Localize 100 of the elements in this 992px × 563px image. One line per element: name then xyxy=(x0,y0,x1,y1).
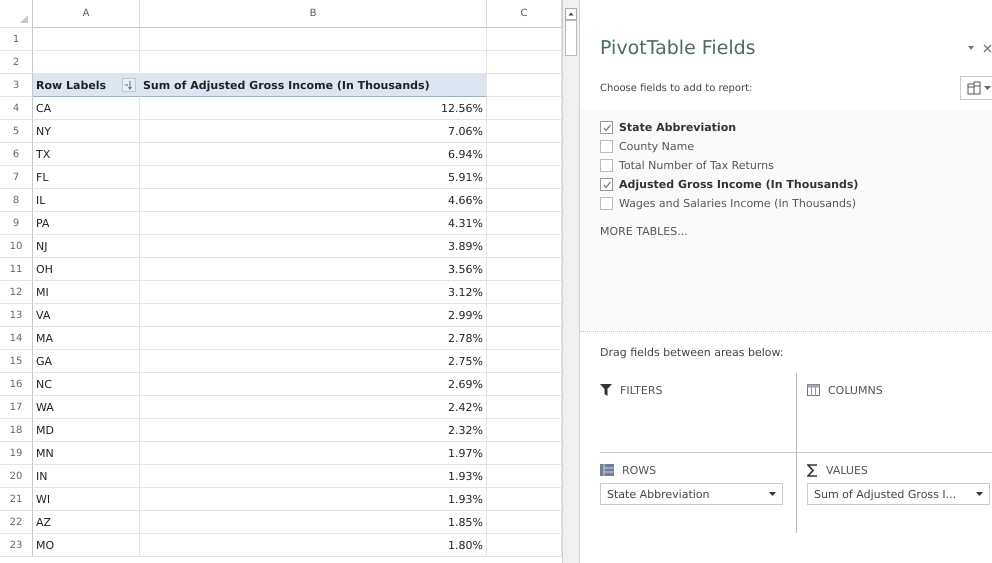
table-cell: AZ xyxy=(33,511,140,534)
table-cell: 6.94% xyxy=(140,143,487,166)
row-number: 15 xyxy=(0,350,33,373)
table-cell: TX xyxy=(33,143,140,166)
table-cell: OH xyxy=(33,258,140,281)
table-cell: CA xyxy=(33,97,140,120)
field-label[interactable]: Wages and Salaries Income (In Thousands) xyxy=(619,197,856,210)
row-number: 18 xyxy=(0,419,33,442)
table-cell: 1.93% xyxy=(140,488,487,511)
table-cell: 1.93% xyxy=(140,465,487,488)
table-cell: 4.31% xyxy=(140,212,487,235)
table-cell: 2.99% xyxy=(140,304,487,327)
table-cell: MO xyxy=(33,534,140,557)
table-cell: MI xyxy=(33,281,140,304)
row-number: 16 xyxy=(0,373,33,396)
checkbox[interactable] xyxy=(600,159,613,172)
table-cell: 1.85% xyxy=(140,511,487,534)
table-cell: MN xyxy=(33,442,140,465)
row-number: 11 xyxy=(0,258,33,281)
caret-icon xyxy=(769,492,776,496)
area-title: FILTERS xyxy=(620,384,662,396)
row-number: 14 xyxy=(0,327,33,350)
caret-icon xyxy=(976,492,983,496)
table-cell: WA xyxy=(33,396,140,419)
table-cell: Sum of Adjusted Gross Income (In Thousands) xyxy=(140,74,487,97)
table-cell: NC xyxy=(33,373,140,396)
row-number: 22 xyxy=(0,511,33,534)
rows-icon xyxy=(600,464,614,476)
row-number: 1 xyxy=(0,28,33,51)
row-number: 4 xyxy=(0,97,33,120)
row-number: 19 xyxy=(0,442,33,465)
scroll-thumb[interactable] xyxy=(565,20,577,56)
table-cell: 5.91% xyxy=(140,166,487,189)
field-label[interactable]: Adjusted Gross Income (In Thousands) xyxy=(619,178,858,191)
row-number: 8 xyxy=(0,189,33,212)
table-cell: 1.80% xyxy=(140,534,487,557)
instruction-text: Drag fields between areas below: xyxy=(600,346,785,359)
field-dropdown[interactable]: State Abbreviation xyxy=(600,483,783,505)
column-header[interactable]: B xyxy=(140,0,487,28)
instruction-text: Choose fields to add to report: xyxy=(600,82,752,94)
table-cell: MA xyxy=(33,327,140,350)
table-cell: 12.56% xyxy=(140,97,487,120)
close-icon[interactable] xyxy=(983,44,992,52)
field-label[interactable]: County Name xyxy=(619,140,694,153)
row-number: 20 xyxy=(0,465,33,488)
dropdown-icon[interactable] xyxy=(967,45,975,51)
area-title: COLUMNS xyxy=(828,384,883,396)
checkbox[interactable] xyxy=(600,121,613,134)
table-cell: 4.66% xyxy=(140,189,487,212)
row-number: 12 xyxy=(0,281,33,304)
table-cell: WI xyxy=(33,488,140,511)
table-cell: 3.12% xyxy=(140,281,487,304)
pane-title: PivotTable Fields xyxy=(600,37,757,59)
row-number: 23 xyxy=(0,534,33,557)
scrollbar[interactable] xyxy=(562,0,580,563)
table-cell: GA xyxy=(33,350,140,373)
table-cell: 2.69% xyxy=(140,373,487,396)
table-cell: FL xyxy=(33,166,140,189)
field-label[interactable]: Total Number of Tax Returns xyxy=(619,159,774,172)
caret-icon xyxy=(984,86,991,90)
row-number: 13 xyxy=(0,304,33,327)
checkbox[interactable] xyxy=(600,178,613,191)
layout-icon xyxy=(967,81,981,95)
row-number: 7 xyxy=(0,166,33,189)
row-number: 9 xyxy=(0,212,33,235)
scroll-up-icon[interactable] xyxy=(565,8,577,20)
table-cell: NY xyxy=(33,120,140,143)
table-cell: 3.89% xyxy=(140,235,487,258)
row-number: 2 xyxy=(0,51,33,74)
table-cell: 2.32% xyxy=(140,419,487,442)
layout-button[interactable] xyxy=(960,76,992,100)
columns-icon xyxy=(807,384,820,396)
table-cell: IN xyxy=(33,465,140,488)
table-cell: MD xyxy=(33,419,140,442)
table-cell: 2.42% xyxy=(140,396,487,419)
table-cell: NJ xyxy=(33,235,140,258)
table-cell: 7.06% xyxy=(140,120,487,143)
field-dropdown[interactable]: Sum of Adjusted Gross I... xyxy=(807,483,990,505)
table-cell: 1.97% xyxy=(140,442,487,465)
checkbox[interactable] xyxy=(600,140,613,153)
table-cell: 2.78% xyxy=(140,327,487,350)
row-number: 5 xyxy=(0,120,33,143)
field-label[interactable]: State Abbreviation xyxy=(619,121,736,134)
table-cell: IL xyxy=(33,189,140,212)
table-cell: 2.75% xyxy=(140,350,487,373)
table-cell: 3.56% xyxy=(140,258,487,281)
table-cell: PA xyxy=(33,212,140,235)
filter-sort-button[interactable] xyxy=(122,78,136,92)
area-title: VALUES xyxy=(826,464,868,476)
checkbox[interactable] xyxy=(600,197,613,210)
column-header[interactable]: A xyxy=(33,0,140,28)
row-number: 21 xyxy=(0,488,33,511)
row-number: 17 xyxy=(0,396,33,419)
row-number: 10 xyxy=(0,235,33,258)
more-tables-link[interactable]: MORE TABLES... xyxy=(600,225,688,238)
table-cell: Row Labels xyxy=(36,78,106,92)
sigma-icon xyxy=(807,464,818,476)
table-cell: VA xyxy=(33,304,140,327)
area-title: ROWS xyxy=(622,464,656,476)
filter-icon xyxy=(600,384,612,396)
